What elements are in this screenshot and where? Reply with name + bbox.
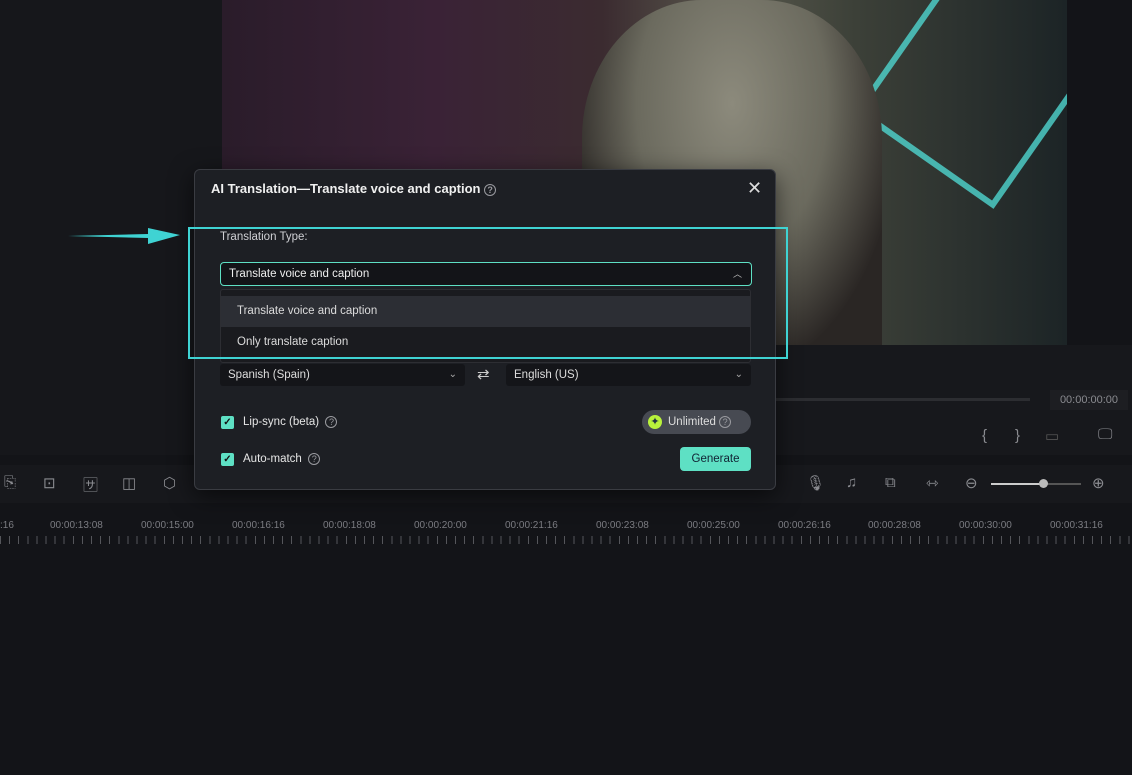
lip-sync-text: Lip-sync (beta): [243, 416, 320, 429]
tick-label: 00:00:21:16: [505, 520, 558, 531]
neon-decoration: [854, 0, 1067, 209]
tick-label: 00:00:23:08: [596, 520, 649, 531]
help-icon[interactable]: ?: [484, 183, 497, 196]
option-only-translate-caption[interactable]: Only translate caption: [221, 327, 750, 358]
music-icon[interactable]: ♫: [846, 474, 857, 491]
annotation-arrow-icon: [68, 228, 180, 244]
tick-label: 00:00:16:16: [232, 520, 285, 531]
zoom-slider-fill: [991, 483, 1043, 485]
timecode: 00:00:00:00: [1050, 390, 1128, 410]
close-icon[interactable]: ✕: [747, 178, 762, 199]
selected-value: Translate voice and caption: [229, 268, 370, 280]
lip-sync-label: Lip-sync (beta) ?: [243, 416, 338, 429]
chevron-down-icon: ⌄: [734, 369, 743, 380]
speech-to-text-icon[interactable]: ⎘: [4, 474, 16, 491]
chevron-up-icon: ︿: [732, 269, 742, 279]
tick-label: 00:00:15:00: [141, 520, 194, 531]
auto-match-checkbox[interactable]: ✓: [221, 453, 234, 466]
tick-label: 00:00:20:00: [414, 520, 467, 531]
target-language-select[interactable]: English (US) ⌄: [506, 364, 751, 386]
crop-icon[interactable]: ◫: [122, 474, 136, 492]
help-icon[interactable]: ?: [325, 416, 338, 428]
auto-match-text: Auto-match: [243, 453, 302, 466]
zoom-slider-handle[interactable]: [1039, 479, 1048, 488]
tick-label: 00:00:25:00: [687, 520, 740, 531]
tick-label: 00:00:31:16: [1050, 520, 1103, 531]
source-language-value: Spanish (Spain): [228, 369, 310, 381]
dialog-title-text: AI Translation—Translate voice and capti…: [211, 181, 481, 196]
effect-icon[interactable]: ⬡: [163, 474, 176, 492]
lip-sync-checkbox[interactable]: ✓: [221, 416, 234, 429]
swap-languages-icon[interactable]: ⇄: [477, 365, 490, 383]
help-icon[interactable]: ?: [308, 453, 321, 465]
ruler-ticks: [0, 536, 1132, 544]
fit-icon[interactable]: ⇿: [926, 474, 939, 492]
source-language-select[interactable]: Spanish (Spain) ⌄: [220, 364, 465, 386]
dialog-title: AI Translation—Translate voice and capti…: [211, 181, 497, 196]
playback-scrubber[interactable]: [775, 398, 1030, 401]
mark-in-icon[interactable]: {: [982, 427, 987, 444]
snapshot-icon[interactable]: ▭: [1045, 427, 1059, 445]
option-translate-voice-and-caption[interactable]: Translate voice and caption: [221, 296, 750, 327]
help-icon[interactable]: ?: [719, 415, 732, 428]
tick-label: 00:00:13:08: [50, 520, 103, 531]
generate-button[interactable]: Generate: [680, 447, 751, 471]
ai-translation-dialog: AI Translation—Translate voice and capti…: [194, 169, 776, 490]
zoom-in-icon[interactable]: ⊕: [1092, 474, 1105, 492]
translation-type-dropdown: Translate voice and caption Only transla…: [220, 289, 751, 363]
preview-icon[interactable]: ⧉: [885, 474, 896, 491]
zoom-out-icon[interactable]: ⊖: [965, 474, 978, 492]
audio-icon[interactable]: ⊡: [43, 474, 56, 492]
display-icon[interactable]: 🖵: [1098, 426, 1112, 443]
tick-label: 00:00:30:00: [959, 520, 1012, 531]
chevron-down-icon: ⌄: [448, 369, 457, 380]
translation-type-select[interactable]: Translate voice and caption ︿: [220, 262, 752, 286]
mark-out-icon[interactable]: }: [1015, 427, 1020, 444]
translation-type-label: Translation Type:: [220, 231, 308, 243]
translate-icon[interactable]: 🈂: [83, 474, 98, 495]
tick-label: 00:00:18:08: [323, 520, 376, 531]
credits-text: Unlimited: [668, 416, 716, 428]
tick-label: 00:00:26:16: [778, 520, 831, 531]
target-language-value: English (US): [514, 369, 579, 381]
tick-label: :16: [0, 520, 14, 531]
auto-match-label: Auto-match ?: [243, 453, 321, 466]
sparkle-icon: ✦: [648, 415, 662, 429]
tick-label: 00:00:28:08: [868, 520, 921, 531]
credits-badge[interactable]: ✦ Unlimited ?: [642, 410, 751, 434]
microphone-icon[interactable]: 🎙: [806, 474, 825, 492]
